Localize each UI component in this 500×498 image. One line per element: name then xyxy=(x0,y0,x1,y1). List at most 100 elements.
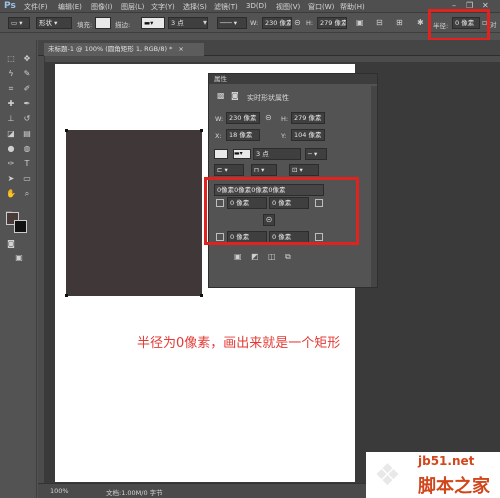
gradient-tool-icon[interactable]: ▤ xyxy=(20,128,34,140)
w-label: W: xyxy=(250,19,259,27)
horizontal-ruler xyxy=(38,56,500,63)
zoom-level[interactable]: 100% xyxy=(50,487,69,495)
prop-x-label: X: xyxy=(215,132,222,140)
pen-tool-icon[interactable]: ✑ xyxy=(4,158,18,170)
prop-width-value: 230 像素 xyxy=(229,114,257,122)
stroke-type-select[interactable]: ─── ▾ xyxy=(217,17,247,29)
menu-image[interactable]: 图像(I) xyxy=(91,2,113,12)
lasso-tool-icon[interactable]: ϟ xyxy=(4,68,18,80)
zoom-tool-icon[interactable]: ⌕ xyxy=(20,188,34,200)
stroke-align-select[interactable]: ⊏ ▾ xyxy=(214,164,244,176)
path-operations-icon[interactable]: ▣ xyxy=(356,18,364,28)
blur-tool-icon[interactable]: ● xyxy=(4,143,18,155)
menu-select[interactable]: 选择(S) xyxy=(183,2,207,12)
menu-edit[interactable]: 编辑(E) xyxy=(58,2,82,12)
move-tool-icon[interactable]: ✥ xyxy=(20,53,34,65)
width-value: 230 像素 xyxy=(265,19,292,27)
eyedropper-tool-icon[interactable]: ✐ xyxy=(20,83,34,95)
tool-mode-value: 形状 xyxy=(39,19,52,27)
quick-select-tool-icon[interactable]: ✎ xyxy=(20,68,34,80)
transform-handle[interactable] xyxy=(65,129,68,132)
rectangle-shape[interactable] xyxy=(66,130,202,296)
tab-close-icon[interactable]: × xyxy=(178,45,183,53)
prop-stroke-swatch[interactable]: ▬▾ xyxy=(233,149,251,159)
brush-tool-icon[interactable]: ✒ xyxy=(20,98,34,110)
tool-mode-select[interactable]: 形状 ▾ xyxy=(36,17,72,29)
gear-icon[interactable]: ✱ xyxy=(417,18,424,28)
crop-tool-icon[interactable]: ⌗ xyxy=(4,83,18,95)
watermark-brand: 脚本之家 xyxy=(418,476,490,497)
healing-tool-icon[interactable]: ✚ xyxy=(4,98,18,110)
menu-window[interactable]: 窗口(W) xyxy=(308,2,334,12)
history-brush-tool-icon[interactable]: ↺ xyxy=(20,113,34,125)
vertical-ruler xyxy=(38,56,45,483)
marquee-tool-icon[interactable]: ⬚ xyxy=(4,53,18,65)
menu-filter[interactable]: 滤镜(T) xyxy=(214,2,238,12)
document-tab-title: 未标题-1 @ 100% (圆角矩形 1, RGB/8) * xyxy=(48,45,173,53)
path-exclude-icon[interactable]: ⧉ xyxy=(285,252,291,262)
prop-x-field[interactable]: 18 像素 xyxy=(226,129,260,141)
tool-preset-picker[interactable]: ▭ ▾ xyxy=(8,17,30,29)
prop-y-label: Y: xyxy=(281,132,287,140)
menu-view[interactable]: 视图(V) xyxy=(276,2,300,12)
align-edges-label: 对 xyxy=(490,21,497,29)
link-icon[interactable]: ⊝ xyxy=(294,18,301,28)
stroke-label: 描边: xyxy=(115,21,131,29)
path-intersect-icon[interactable]: ◫ xyxy=(268,252,276,262)
type-tool-icon[interactable]: T xyxy=(20,158,34,170)
path-combine-icon[interactable]: ▣ xyxy=(234,252,242,262)
height-value: 279 像素 xyxy=(320,19,347,27)
properties-panel-title: 属性 xyxy=(209,74,377,84)
width-field[interactable]: 230 像素 xyxy=(262,17,292,29)
prop-stroke-width-value: 3 点 xyxy=(256,150,269,158)
height-field[interactable]: 279 像素 xyxy=(317,17,347,29)
watermark-site: jb51.net xyxy=(418,454,475,468)
chevron-down-icon[interactable]: ▾ xyxy=(203,18,207,28)
prop-fill-swatch[interactable] xyxy=(214,149,228,159)
dodge-tool-icon[interactable]: ◍ xyxy=(20,143,34,155)
background-color-swatch[interactable] xyxy=(14,220,27,233)
path-subtract-icon[interactable]: ◩ xyxy=(251,252,259,262)
prop-stroke-width-field[interactable]: 3 点 xyxy=(253,148,301,160)
path-select-tool-icon[interactable]: ➤ xyxy=(4,173,18,185)
stroke-width-value: 3 点 xyxy=(171,19,184,27)
mask-icon: ◙ xyxy=(231,91,239,100)
path-alignment-icon[interactable]: ⊟ xyxy=(376,18,383,28)
stroke-swatch[interactable]: ▬▾ xyxy=(141,17,165,29)
fill-swatch[interactable] xyxy=(95,17,111,29)
menu-file[interactable]: 文件(F) xyxy=(24,2,48,12)
prop-w-label: W: xyxy=(215,115,224,123)
document-tab[interactable]: 未标题-1 @ 100% (圆角矩形 1, RGB/8) * × xyxy=(44,43,204,56)
transform-handle[interactable] xyxy=(200,129,203,132)
prop-width-field[interactable]: 230 像素 xyxy=(226,112,260,124)
prop-x-value: 18 像素 xyxy=(229,131,253,139)
properties-scrollbar[interactable] xyxy=(371,86,377,287)
menu-layer[interactable]: 图层(L) xyxy=(121,2,144,12)
clone-stamp-tool-icon[interactable]: ⊥ xyxy=(4,113,18,125)
link-icon[interactable]: ⊝ xyxy=(265,113,272,123)
shape-tool-icon[interactable]: ▭ xyxy=(20,173,34,185)
watermark-area: jb51.net 脚本之家 ❖ xyxy=(366,452,500,498)
prop-height-field[interactable]: 279 像素 xyxy=(291,112,325,124)
menu-type[interactable]: 文字(Y) xyxy=(151,2,175,12)
menu-help[interactable]: 帮助(H) xyxy=(340,2,365,12)
path-arrangement-icon[interactable]: ⊞ xyxy=(396,18,403,28)
menu-bar: Ps 文件(F) 编辑(E) 图像(I) 图层(L) 文字(Y) 选择(S) 滤… xyxy=(0,0,500,13)
transform-handle[interactable] xyxy=(200,294,203,297)
eraser-tool-icon[interactable]: ◪ xyxy=(4,128,18,140)
toolbox: ⬚ ✥ ϟ ✎ ⌗ ✐ ✚ ✒ ⊥ ↺ ◪ ▤ ● ◍ ✑ T ➤ ▭ ✋ ⌕ … xyxy=(0,40,37,498)
stroke-caps-select[interactable]: ⊓ ▾ xyxy=(251,164,277,176)
stroke-width-field[interactable]: 3 点 xyxy=(168,17,208,29)
radius-highlight-box xyxy=(428,9,490,41)
corner-radius-highlight-box xyxy=(204,177,359,245)
screen-mode-icon[interactable]: ▣ xyxy=(12,252,26,264)
stroke-corners-select[interactable]: ⊡ ▾ xyxy=(289,164,319,176)
prop-y-field[interactable]: 104 像素 xyxy=(291,129,325,141)
live-shape-properties-heading: 实时形状属性 xyxy=(247,94,289,102)
hand-tool-icon[interactable]: ✋ xyxy=(4,188,18,200)
transform-handle[interactable] xyxy=(65,294,68,297)
prop-stroke-type-select[interactable]: ─ ▾ xyxy=(305,148,327,160)
quick-mask-icon[interactable]: ◙ xyxy=(4,238,18,250)
menu-3d[interactable]: 3D(D) xyxy=(246,2,267,10)
fill-label: 填充: xyxy=(77,21,93,29)
